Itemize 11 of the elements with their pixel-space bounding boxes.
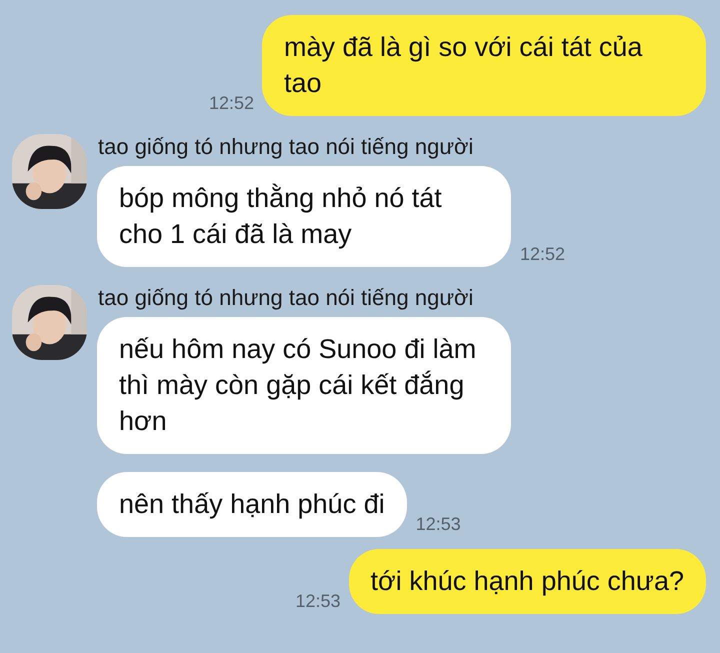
message-bubble: nên thấy hạnh phúc đi	[97, 472, 407, 537]
message-bubble: mày đã là gì so với cái tát của tao	[262, 15, 706, 116]
message-bubble: bóp mông thằng nhỏ nó tát cho 1 cái đã là may	[97, 166, 511, 267]
timestamp: 12:53	[416, 514, 461, 535]
message-bubble: tới khúc hạnh phúc chưa?	[348, 549, 706, 614]
timestamp: 12:52	[208, 93, 254, 114]
timestamp: 12:53	[295, 591, 341, 612]
sender-name: tao giống tó nhưng tao nói tiếng người	[97, 134, 474, 160]
message-bubble: nếu hôm nay có Sunoo đi làm thì mày còn gặp cái kết đắng hơn	[97, 317, 511, 454]
timestamp: 12:52	[520, 244, 566, 265]
sender-name: tao giống tó nhưng tao nói tiếng người	[97, 285, 474, 311]
